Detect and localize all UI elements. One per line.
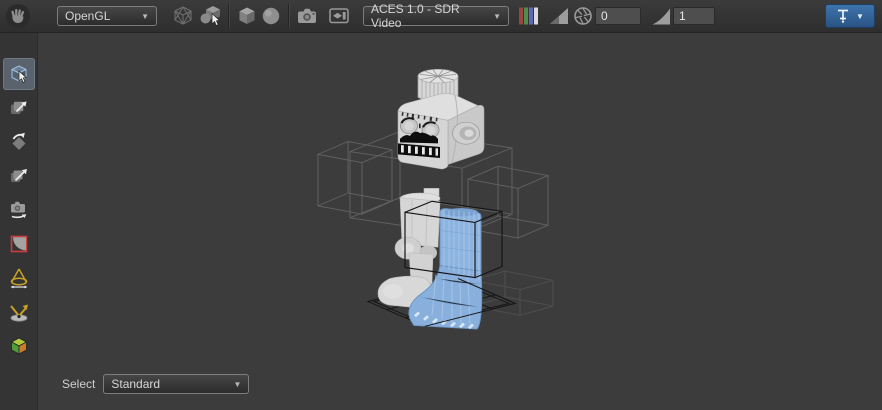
bottom-bar: Select Standard ▼ xyxy=(62,374,249,394)
head-ear xyxy=(453,122,480,144)
top-toolbar: OpenGL ▼ xyxy=(0,0,882,33)
move-icon xyxy=(7,96,31,120)
camera-screenshot-button[interactable] xyxy=(295,4,319,28)
select-cube-icon xyxy=(7,62,31,86)
orbit-camera-icon xyxy=(7,198,31,222)
renderer-value: OpenGL xyxy=(65,9,110,23)
chevron-down-icon: ▼ xyxy=(131,12,149,21)
select-label: Select xyxy=(62,377,95,391)
tool-move-button[interactable] xyxy=(3,92,35,124)
gamma-input[interactable] xyxy=(673,7,715,25)
renderer-dropdown[interactable]: OpenGL ▼ xyxy=(57,6,157,26)
chevron-down-icon: ▼ xyxy=(483,12,501,21)
bounce-light-icon xyxy=(7,300,31,324)
tool-marquee-falloff-button[interactable] xyxy=(3,228,35,260)
exposure-ramp-icon xyxy=(547,4,571,28)
chevron-down-icon: ▼ xyxy=(223,380,241,389)
application-window: OpenGL ▼ xyxy=(0,0,882,410)
transform-icon xyxy=(7,164,31,188)
model-head xyxy=(398,69,484,169)
toolbar-separator xyxy=(228,4,230,28)
view-transform-value: ACES 1.0 - SDR Video xyxy=(371,2,483,30)
pin-icon xyxy=(836,8,850,24)
cone-light-icon xyxy=(7,266,31,290)
cube-shading-button[interactable] xyxy=(235,4,259,28)
hand-logo-icon xyxy=(5,3,31,29)
view-transform-dropdown[interactable]: ACES 1.0 - SDR Video ▼ xyxy=(363,6,509,26)
projector-screen-button[interactable] xyxy=(327,4,351,28)
marquee-falloff-icon xyxy=(7,232,31,256)
wireframe-cube-button[interactable] xyxy=(171,4,195,28)
tool-rotate-button[interactable] xyxy=(3,126,35,158)
chevron-down-icon: ▼ xyxy=(856,12,864,21)
selection-mode-value: Standard xyxy=(111,377,160,391)
sphere-shading-button[interactable] xyxy=(259,4,283,28)
gamma-curve-icon xyxy=(649,4,673,28)
left-toolbar xyxy=(0,33,38,410)
rgb-channels-button[interactable] xyxy=(517,4,541,28)
aperture-icon xyxy=(571,4,595,28)
pin-dropdown[interactable]: ▼ xyxy=(825,4,875,28)
exposure-input[interactable] xyxy=(595,7,641,25)
tool-shaded-cube-button[interactable] xyxy=(3,330,35,362)
rotate-icon xyxy=(7,130,31,154)
tool-transform-button[interactable] xyxy=(3,160,35,192)
shaded-cube-icon xyxy=(7,334,31,358)
tool-orbit-camera-button[interactable] xyxy=(3,194,35,226)
tool-bounce-light-button[interactable] xyxy=(3,296,35,328)
select-objects-button[interactable] xyxy=(199,4,223,28)
tool-cone-light-button[interactable] xyxy=(3,262,35,294)
toolbar-separator xyxy=(288,4,290,28)
tool-select-button[interactable] xyxy=(3,58,35,90)
selection-mode-dropdown[interactable]: Standard ▼ xyxy=(103,374,249,394)
viewport-canvas[interactable] xyxy=(0,33,882,410)
